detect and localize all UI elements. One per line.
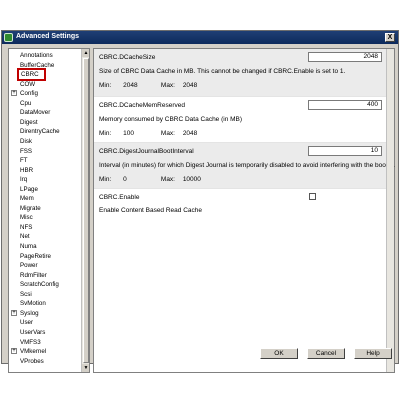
tree-scrollbar[interactable]: ▲ ▼ [81, 49, 89, 372]
tree-item-label: LPage [20, 185, 38, 193]
close-button[interactable]: X [385, 33, 395, 42]
tree-item-label: Power [20, 262, 38, 270]
max-value: 10000 [182, 176, 201, 183]
tree-item-label: Scsi [20, 290, 32, 298]
max-label: Max: [160, 130, 175, 137]
tree-item-label: Numa [20, 243, 37, 250]
setting-description: Enable Content Based Read Cache [99, 207, 202, 214]
setting-row-digestjournalbootinterval: CBRC.DigestJournalBootInterval 10 Interv… [94, 143, 395, 189]
settings-panel: CBRC.DCacheSize 2048 Size of CBRC Data C… [93, 48, 395, 373]
tree-item-label: DataMover [20, 109, 51, 117]
expand-icon[interactable]: + [11, 309, 17, 316]
tree-item-label: Misc [20, 214, 33, 222]
setting-description: Interval (in minutes) for which Digest J… [99, 162, 395, 169]
tree-item-label: BufferCache [20, 61, 55, 69]
expand-icon[interactable]: + [11, 348, 17, 355]
setting-value-input[interactable]: 10 [308, 146, 382, 156]
tree-item-label: Syslog [20, 309, 39, 317]
expand-icon[interactable]: + [11, 90, 17, 97]
tree-item-label: DirentryCache [20, 128, 60, 136]
setting-row-dcachememreserved: CBRC.DCacheMemReserved 400 Memory consum… [94, 97, 387, 143]
tree-item-label: Migrate [20, 204, 41, 212]
max-label: Max: [160, 82, 175, 89]
tree-item-label: FT [20, 157, 28, 165]
setting-row-enable: CBRC.Enable Enable Content Based Read Ca… [94, 189, 387, 221]
dialog-title: Advanced Settings [16, 33, 80, 40]
tree-item-label: PageRetire [20, 252, 51, 260]
help-button[interactable]: Help [354, 348, 392, 359]
enable-checkbox[interactable] [309, 193, 316, 200]
tree-item-label: Disk [20, 137, 33, 145]
setting-name: CBRC.DigestJournalBootInterval [99, 148, 194, 155]
app-icon [4, 33, 13, 42]
tree-item-label: Digest [20, 118, 38, 126]
tree-item-label: Annotations [20, 52, 53, 59]
setting-name: CBRC.DCacheMemReserved [99, 102, 185, 109]
scroll-down-icon[interactable]: ▼ [82, 364, 89, 372]
dialog-buttons: OK Cancel Help [260, 348, 392, 359]
cancel-button[interactable]: Cancel [307, 348, 345, 359]
setting-value-input[interactable]: 400 [308, 100, 382, 110]
min-label: Min: [99, 130, 112, 137]
min-label: Min: [99, 82, 112, 89]
advanced-settings-dialog: Advanced Settings X VProbes + VMkernel VMFS… [1, 30, 399, 373]
setting-value-input[interactable]: 2048 [308, 52, 382, 62]
max-label: Max: [160, 176, 175, 183]
setting-range: Min: 0 Max: 10000 [99, 176, 201, 183]
settings-scrollbar[interactable] [386, 49, 394, 372]
tree-scroll-thumb[interactable] [83, 58, 89, 363]
tree-item-label: CBRC [17, 68, 46, 82]
setting-row-dcachesize: CBRC.DCacheSize 2048 Size of CBRC Data C… [94, 49, 387, 97]
tree-item-label: ScratchConfig [20, 281, 59, 289]
tree-item-label: User [20, 319, 34, 327]
ok-button[interactable]: OK [260, 348, 298, 359]
tree-item-label: NFS [20, 223, 33, 231]
setting-name: CBRC.Enable [99, 194, 140, 201]
tree-item-label: Cpu [20, 99, 32, 107]
tree-item-label: FSS [20, 147, 33, 155]
tree-item-label: Net [20, 233, 30, 241]
tree-item-label: VMkernel [20, 348, 47, 356]
tree-item-label: Config [20, 90, 38, 98]
max-value: 2048 [182, 82, 198, 89]
tree-item-label: VMFS3 [20, 338, 41, 346]
min-value: 2048 [123, 82, 138, 89]
setting-range: Min: 2048 Max: 2048 [99, 82, 197, 89]
min-value: 0 [123, 176, 127, 183]
setting-description: Size of CBRC Data Cache in MB. This cann… [99, 68, 346, 75]
scroll-up-icon[interactable]: ▲ [82, 49, 89, 57]
tree-item-label: RdmFilter [20, 271, 47, 279]
tree-item-label: SvMotion [20, 300, 46, 308]
tree-item-label: UserVars [20, 328, 46, 336]
min-value: 100 [123, 130, 134, 137]
max-value: 2048 [182, 130, 198, 137]
settings-tree[interactable]: VProbes + VMkernel VMFS3 UserVars User + Syslog… [8, 48, 90, 373]
tree-item-label: VProbes [20, 357, 44, 365]
setting-description: Memory consumed by CBRC Data Cache (in M… [99, 116, 243, 123]
tree-item-label: Mem [20, 195, 34, 203]
tree-item-label: HBR [20, 166, 34, 174]
tree-item-label: Irq [20, 176, 28, 184]
setting-name: CBRC.DCacheSize [99, 54, 156, 61]
title-bar[interactable]: Advanced Settings X [2, 31, 398, 44]
setting-range: Min: 100 Max: 2048 [99, 130, 197, 137]
min-label: Min: [99, 176, 112, 183]
tree-item-label: COW [20, 80, 36, 88]
